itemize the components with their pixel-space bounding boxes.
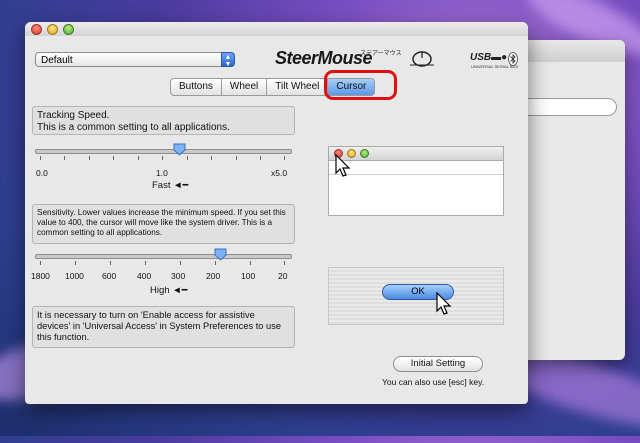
tracking-speed-ticks: [40, 156, 285, 160]
esc-key-note: You can also use [esc] key.: [382, 377, 485, 387]
tracking-speed-slider[interactable]: [35, 149, 292, 154]
profile-select[interactable]: Default ▲ ▼: [35, 52, 235, 68]
tracking-description-line2: This is a common setting to all applicat…: [37, 122, 230, 133]
tracking-tick-label-min: 0.0: [36, 168, 48, 178]
sensitivity-slider-thumb[interactable]: [214, 248, 227, 261]
sensitivity-tick-100: 100: [241, 271, 256, 281]
zoom-button[interactable]: [63, 24, 74, 35]
steermouse-logo-kana: ステアーマウス: [360, 51, 402, 57]
tracking-tick-label-mid: 1.0: [156, 168, 168, 178]
arrow-left-icon: ◄━: [173, 180, 189, 191]
sensitivity-tick-20: 20: [278, 271, 288, 281]
tab-wheel[interactable]: Wheel: [222, 79, 268, 95]
arrow-left-icon: ◄━: [172, 285, 188, 296]
bluetooth-icon: [508, 52, 518, 66]
initial-setting-button[interactable]: Initial Setting: [393, 356, 483, 372]
mouse-logo-icon: [410, 51, 434, 67]
sensitivity-slider[interactable]: [35, 254, 292, 259]
demo-titlebar: [329, 147, 503, 161]
sensitivity-axis-label: High ◄━: [150, 285, 188, 296]
demo-divider: [329, 174, 503, 175]
sensitivity-ticks: [40, 261, 285, 265]
tracking-description-line1: Tracking Speed.: [37, 110, 110, 121]
sensitivity-tick-300: 300: [171, 271, 186, 281]
cursor-tab-highlight: [324, 70, 397, 100]
steermouse-window: Default ▲ ▼ SteerMouse ステアーマウス USB▬● UNIV…: [25, 22, 528, 404]
sensitivity-demo-area: OK: [328, 267, 504, 325]
tab-tilt-wheel[interactable]: Tilt Wheel: [267, 79, 329, 95]
sensitivity-description: Sensitivity. Lower values increase the m…: [32, 204, 295, 244]
tab-buttons[interactable]: Buttons: [171, 79, 222, 95]
sensitivity-tick-1000: 1000: [65, 271, 84, 281]
sensitivity-tick-400: 400: [137, 271, 152, 281]
tracking-tick-label-max: x5.0: [271, 168, 288, 178]
sensitivity-tick-200: 200: [206, 271, 221, 281]
window-titlebar[interactable]: [25, 22, 528, 36]
select-arrows-icon: ▲ ▼: [221, 52, 235, 68]
sensitivity-tick-1800: 1800: [31, 271, 50, 281]
tracking-speed-description: Tracking Speed. This is a common setting…: [32, 106, 295, 135]
usb-logo: USB▬●: [470, 52, 508, 63]
tracking-axis-label: Fast ◄━: [152, 180, 189, 191]
steermouse-logo: SteerMouse: [275, 48, 373, 68]
ok-pointer-icon: [436, 292, 452, 315]
close-button[interactable]: [31, 24, 42, 35]
tracking-speed-slider-thumb[interactable]: [173, 143, 186, 156]
demo-pointer-icon: [335, 154, 351, 177]
demo-zoom-icon: [360, 149, 369, 158]
sensitivity-tick-600: 600: [102, 271, 117, 281]
profile-select-value: Default: [41, 55, 73, 66]
accessibility-note: It is necessary to turn on 'Enable acces…: [32, 306, 295, 348]
minimize-button[interactable]: [47, 24, 58, 35]
tracking-demo-window: [328, 146, 504, 216]
